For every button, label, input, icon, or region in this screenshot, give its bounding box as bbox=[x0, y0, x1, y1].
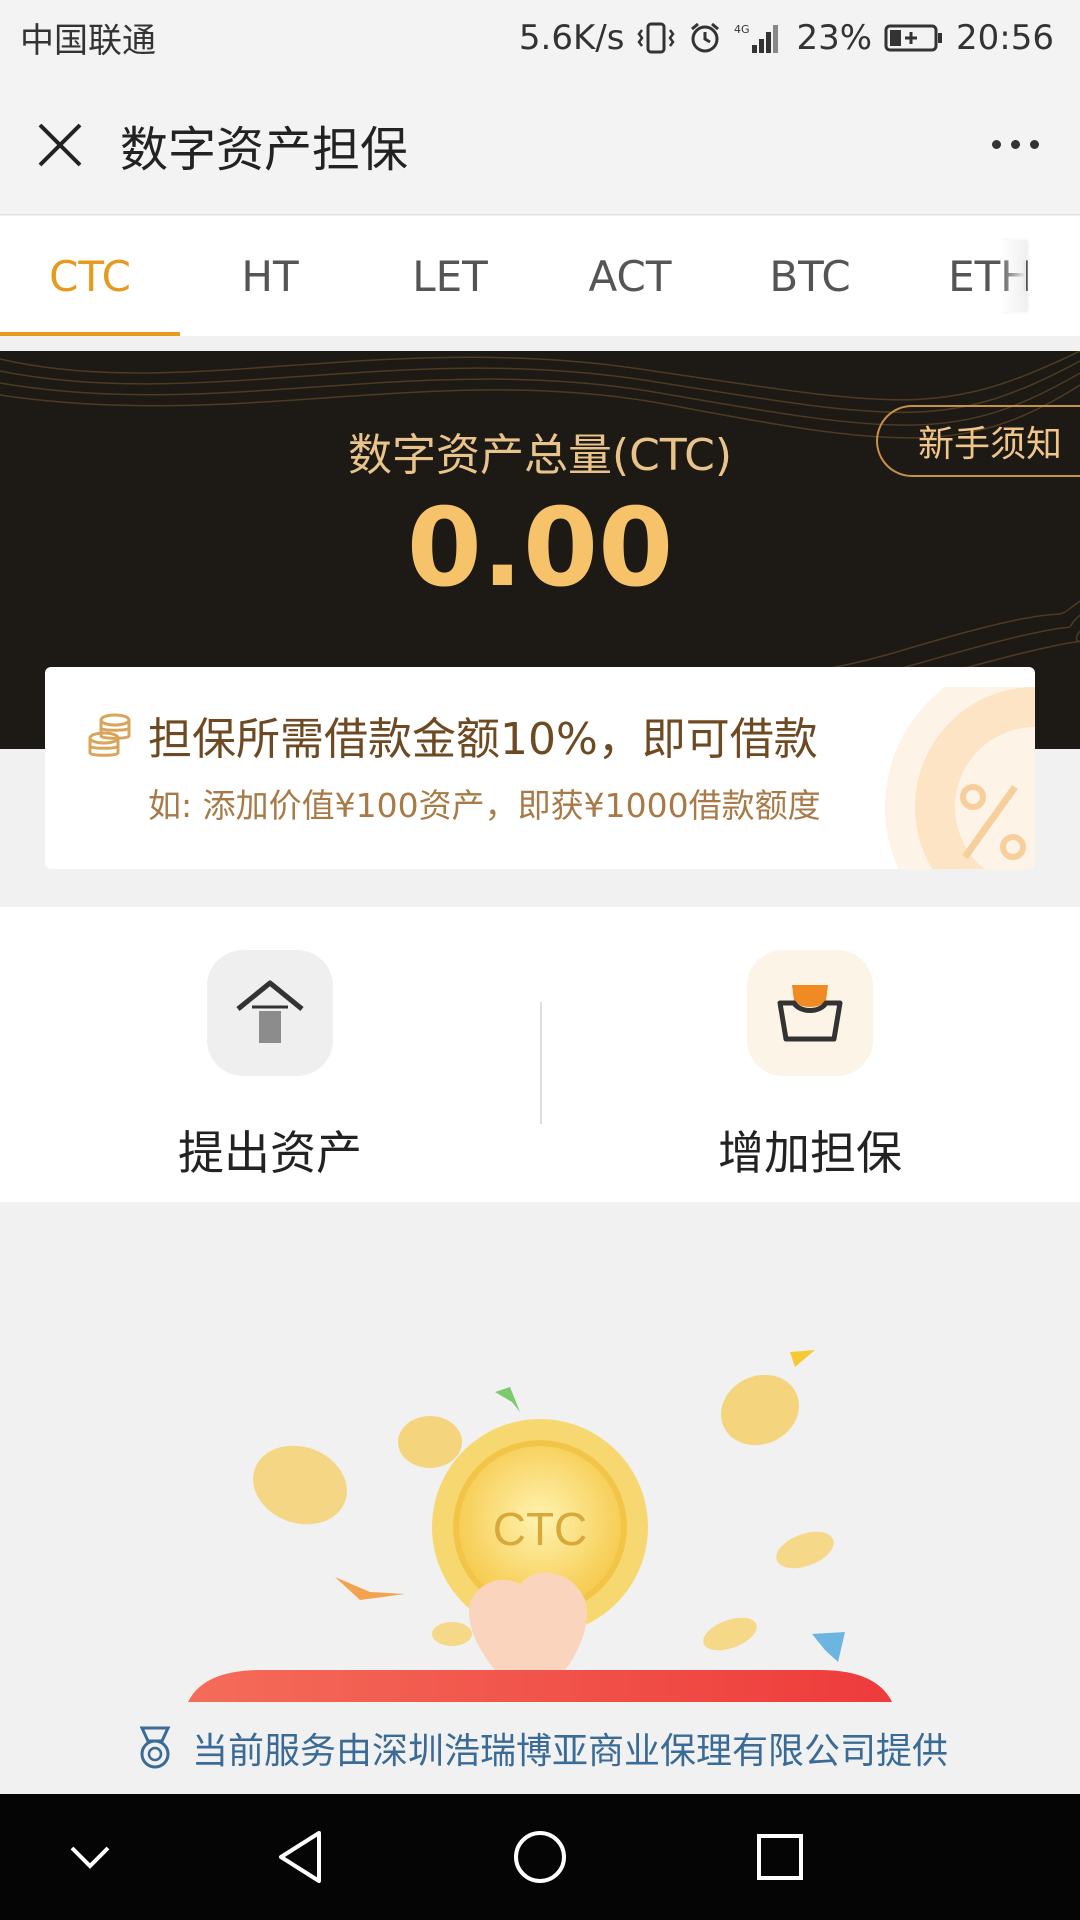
signal-icon: 4G bbox=[734, 23, 779, 53]
tab-eth[interactable]: ETH bbox=[900, 216, 1080, 336]
back-triangle-icon bbox=[279, 1831, 321, 1883]
coin-illustration: CTC bbox=[0, 1202, 1080, 1702]
promo-title: 担保所需借款金额10%，即可借款 bbox=[148, 714, 818, 765]
battery-icon bbox=[884, 24, 943, 51]
coins-icon bbox=[88, 713, 131, 757]
withdraw-assets-label: 提出资产 bbox=[178, 1126, 362, 1180]
system-navigation-bar bbox=[0, 1794, 1080, 1920]
close-button[interactable] bbox=[0, 75, 120, 215]
asset-tabs: CTC HT LET ACT BTC ETH bbox=[0, 216, 1080, 336]
percent-decoration-icon bbox=[885, 687, 1035, 869]
add-guarantee-button[interactable]: 增加担保 bbox=[540, 907, 1080, 1202]
home-circle-icon bbox=[514, 1831, 566, 1883]
chevron-down-icon bbox=[70, 1846, 110, 1869]
more-button[interactable] bbox=[950, 75, 1080, 215]
promo-card: 担保所需借款金额10%，即可借款 如: 添加价值¥100资产，即获¥1000借款… bbox=[45, 667, 1035, 869]
medal-icon bbox=[139, 1726, 171, 1769]
tab-let[interactable]: LET bbox=[360, 216, 540, 336]
coin-illustration-art: CTC bbox=[188, 1350, 892, 1702]
clock-time: 20:56 bbox=[956, 17, 1054, 58]
svg-text:4G: 4G bbox=[734, 23, 750, 36]
total-assets-value: 0.00 bbox=[406, 486, 674, 611]
page-title: 数字资产担保 bbox=[120, 121, 409, 178]
tab-act[interactable]: ACT bbox=[540, 216, 720, 336]
status-bar: 中国联通 5.6K/s 4G 23% 20:56 bbox=[0, 0, 1080, 75]
add-guarantee-label: 增加担保 bbox=[718, 1126, 902, 1180]
battery-percent: 23% bbox=[796, 17, 873, 58]
carrier-name: 中国联通 bbox=[20, 21, 156, 61]
hide-nav-button[interactable] bbox=[30, 1794, 150, 1920]
action-panel: 提出资产 增加担保 bbox=[0, 907, 1080, 1202]
tabs-scroll-fade bbox=[1000, 240, 1026, 312]
service-provider-text: 当前服务由深圳浩瑞博亚商业保理有限公司提供 bbox=[191, 1731, 948, 1772]
coin-label: CTC bbox=[493, 1503, 588, 1555]
home-button[interactable] bbox=[480, 1794, 600, 1920]
close-icon bbox=[38, 123, 82, 166]
add-guarantee-icon bbox=[747, 950, 873, 1076]
withdraw-arrow-icon bbox=[207, 950, 333, 1076]
back-button[interactable] bbox=[240, 1794, 360, 1920]
network-speed: 5.6K/s bbox=[518, 17, 625, 58]
tab-ht[interactable]: HT bbox=[180, 216, 360, 336]
beginner-guide-button[interactable]: 新手须知 bbox=[876, 405, 1080, 477]
square-icon bbox=[757, 1834, 803, 1880]
more-icon bbox=[991, 140, 1001, 149]
service-provider-note: 当前服务由深圳浩瑞博亚商业保理有限公司提供 bbox=[0, 1702, 1080, 1794]
tab-btc[interactable]: BTC bbox=[720, 216, 900, 336]
promo-subtitle: 如: 添加价值¥100资产，即获¥1000借款额度 bbox=[148, 786, 821, 825]
vibrate-icon bbox=[637, 22, 675, 53]
alarm-icon bbox=[691, 22, 720, 52]
tab-ctc[interactable]: CTC bbox=[0, 216, 180, 336]
nav-bar: 数字资产担保 bbox=[0, 75, 1080, 215]
recent-apps-button[interactable] bbox=[720, 1794, 840, 1920]
status-indicators: 5.6K/s 4G 23% 20:56 bbox=[519, 18, 1054, 58]
withdraw-assets-button[interactable]: 提出资产 bbox=[0, 907, 540, 1202]
